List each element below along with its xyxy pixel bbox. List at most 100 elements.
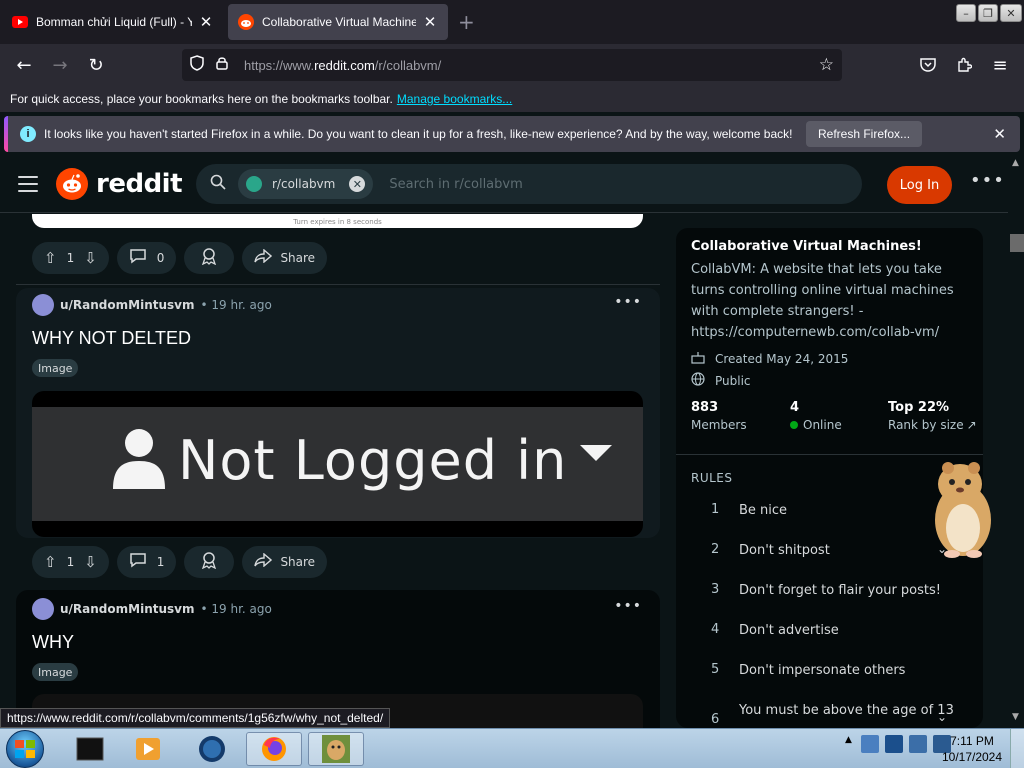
post-options-icon[interactable]: ••• [614,294,642,310]
refresh-firefox-notification: i It looks like you haven't started Fire… [4,116,1020,152]
share-button[interactable]: Share [242,546,328,578]
rule-item[interactable]: 3 Don't forget to flair your posts! [691,582,961,622]
start-button[interactable] [6,730,44,768]
post-author[interactable]: u/RandomMintusvm [60,298,195,312]
notification-message: It looks like you haven't started Firefo… [44,127,793,141]
search-bar[interactable]: r/collabvm ✕ Search in r/collabvm [196,164,862,204]
taskbar-globe-icon[interactable] [184,732,240,766]
hamburger-menu-icon[interactable] [18,176,38,197]
bookmark-star-icon[interactable]: ☆ [819,55,834,75]
vote-control: ⇧ 1 ⇩ [32,242,109,274]
upvote-icon[interactable]: ⇧ [44,249,57,267]
cake-icon [691,350,709,368]
taskbar-clock[interactable]: 7:11 PM 10/17/2024 [940,733,1004,765]
address-bar[interactable]: https://www.reddit.com/r/collabvm/ ☆ [182,49,842,81]
page-scrollbar[interactable]: ▲ ▼ [1008,156,1024,728]
shield-icon[interactable] [190,55,208,75]
show-desktop-button[interactable] [1010,729,1024,768]
youtube-icon [12,14,28,30]
avatar[interactable] [32,598,54,620]
refresh-firefox-button[interactable]: Refresh Firefox... [806,121,923,147]
pocket-icon[interactable] [916,53,940,77]
tab-youtube[interactable]: Bomman chửi Liquid (Full) - YouTube ✕ [2,4,224,40]
downvote-icon[interactable]: ⇩ [84,249,97,267]
image-band: Not Logged in [32,407,643,521]
notification-close-icon[interactable]: ✕ [993,125,1006,143]
back-arrow-icon[interactable]: ← [12,53,36,77]
downvote-icon[interactable]: ⇩ [84,553,97,571]
minimize-icon[interactable]: – [956,4,976,22]
post-flair[interactable]: Image [32,359,79,377]
vote-control: ⇧ 1 ⇩ [32,546,109,578]
extensions-icon[interactable] [952,53,976,77]
reddit-header: reddit r/collabvm ✕ Search in r/collabvm… [0,156,1008,213]
globe-icon [691,372,709,390]
tab-reddit[interactable]: Collaborative Virtual Machines! ✕ [228,4,448,40]
post-card[interactable]: u/RandomMintusvm • 19 hr. ago ••• WHY NO… [16,288,660,538]
award-button[interactable] [184,546,235,578]
new-tab-icon[interactable]: + [458,10,475,34]
taskbar-media-player-icon[interactable] [120,732,176,766]
post-options-icon[interactable]: ••• [614,598,642,614]
clock-time: 7:11 PM [950,734,994,748]
reddit-logo[interactable]: reddit [56,168,183,200]
login-button[interactable]: Log In [887,166,952,204]
award-button[interactable] [184,242,235,274]
community-description: CollabVM: A website that lets you take t… [691,262,954,340]
post-image[interactable]: Not Logged in [32,391,643,537]
post-author[interactable]: u/RandomMintusvm [60,602,195,616]
scrollbar-thumb[interactable] [1010,234,1024,252]
tray-network-icon[interactable] [885,735,903,753]
vote-count: 1 [66,555,75,569]
lock-icon[interactable] [216,56,232,74]
previous-post-image[interactable]: Turn expires in 8 seconds [32,214,643,228]
scroll-up-icon[interactable]: ▲ [1012,158,1019,168]
rule-item[interactable]: 4 Don't advertise [691,622,961,662]
forward-arrow-icon[interactable]: → [48,53,72,77]
tray-app-icon[interactable] [861,735,879,753]
taskbar-terminal-icon[interactable] [62,732,118,766]
remove-chip-icon[interactable]: ✕ [349,176,366,192]
subreddit-search-chip[interactable]: r/collabvm ✕ [238,169,374,199]
chevron-down-icon[interactable]: ⌄ [937,710,947,724]
tray-expand-icon[interactable]: ▲ [845,735,855,753]
comments-button[interactable]: 0 [116,242,177,274]
avatar[interactable] [32,294,54,316]
more-options-icon[interactable]: ••• [970,170,1005,191]
hamster-desktop-pet[interactable] [918,450,1008,560]
award-icon [200,247,218,269]
comment-count: 0 [156,251,165,265]
close-tab-icon[interactable]: ✕ [422,13,438,31]
menu-hamburger-icon[interactable]: ≡ [988,53,1012,77]
reload-icon[interactable]: ↻ [84,53,108,77]
close-tab-icon[interactable]: ✕ [198,13,214,31]
taskbar-hamster-app-icon[interactable] [308,732,364,766]
reddit-wordmark: reddit [96,169,183,199]
scroll-down-icon[interactable]: ▼ [1012,712,1019,722]
post-title[interactable]: WHY NOT DELTED [32,328,191,349]
post-time: • 19 hr. ago [200,298,272,312]
reddit-icon [238,14,254,30]
post-title[interactable]: WHY [32,632,74,653]
post-flair[interactable]: Image [32,663,79,681]
rank-stat[interactable]: Top 22% Rank by size ↗ [888,400,977,432]
share-button[interactable]: Share [242,242,328,274]
window-close-icon[interactable]: ✕ [1000,4,1022,22]
taskbar-firefox-icon[interactable] [246,732,302,766]
search-icon [210,174,230,195]
restore-icon[interactable]: ❐ [978,4,998,22]
comment-icon [129,248,147,268]
search-input[interactable]: Search in r/collabvm [389,177,522,192]
manage-bookmarks-link[interactable]: Manage bookmarks... [397,92,512,106]
share-icon [254,552,273,571]
rule-item[interactable]: 5 Don't impersonate others [691,662,961,702]
external-link-icon: ↗ [966,418,977,432]
upvote-icon[interactable]: ⇧ [44,553,57,571]
members-stat: 883 Members [691,400,747,432]
comment-icon [129,552,147,572]
comments-button[interactable]: 1 [116,546,177,578]
rule-item[interactable]: 6 You must be above the age of 13 ⌄ [691,702,961,728]
image-text: Not Logged in [178,429,568,492]
bookmarks-toolbar: For quick access, place your bookmarks h… [0,86,1024,112]
tray-monitor-icon[interactable] [909,735,927,753]
